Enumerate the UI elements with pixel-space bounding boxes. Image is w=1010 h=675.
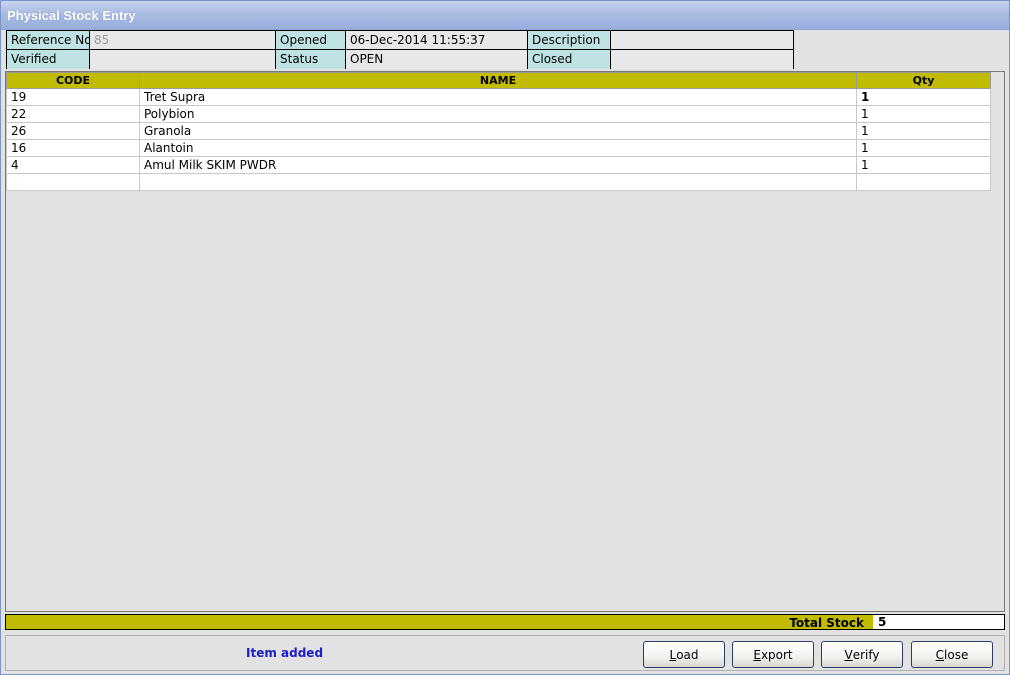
status-field: OPEN (346, 50, 528, 69)
entry-info-panel: Reference No 85 Opened 06-Dec-2014 11:55… (6, 30, 794, 69)
cell-qty[interactable]: 1 (856, 139, 991, 157)
cell-code[interactable]: 26 (6, 122, 140, 140)
stock-items-table: CODE NAME Qty 19 Tret Supra 1 22 Polybio… (6, 72, 991, 191)
table-row[interactable]: 4 Amul Milk SKIM PWDR 1 (6, 156, 991, 174)
opened-field: 06-Dec-2014 11:55:37 (346, 31, 528, 50)
export-button-label: xport (760, 647, 793, 662)
verify-button[interactable]: Verify (821, 641, 903, 668)
total-stock-value: 5 (873, 615, 1004, 629)
cell-code[interactable]: 22 (6, 105, 140, 123)
table-row[interactable]: 26 Granola 1 (6, 122, 991, 140)
status-label: Status (276, 50, 346, 69)
action-panel: Item added Load Export Verify Close (5, 635, 1005, 671)
total-stock-label: Total Stock (789, 616, 864, 630)
load-button-accesskey: L (669, 647, 677, 662)
verify-button-label: erify (852, 647, 880, 662)
table-row[interactable]: 19 Tret Supra 1 (6, 88, 991, 106)
cell-name[interactable]: Polybion (139, 105, 857, 123)
close-button-label: lose (944, 647, 969, 662)
table-row[interactable]: 16 Alantoin 1 (6, 139, 991, 157)
close-button-accesskey: C (935, 647, 945, 662)
cell-name[interactable]: Alantoin (139, 139, 857, 157)
description-label: Description (528, 31, 611, 50)
title-bar[interactable]: Physical Stock Entry (1, 1, 1009, 30)
cell-qty[interactable]: 1 (856, 122, 991, 140)
closed-label: Closed (528, 50, 611, 69)
cell-name[interactable] (139, 173, 857, 191)
cell-qty[interactable] (856, 173, 991, 191)
cell-qty[interactable]: 1 (856, 156, 991, 174)
verify-button-accesskey: V (844, 647, 853, 662)
load-button[interactable]: Load (643, 641, 725, 668)
export-button-accesskey: E (753, 647, 761, 662)
load-button-label: oad (676, 647, 699, 662)
cell-code[interactable] (6, 173, 140, 191)
column-header-code[interactable]: CODE (6, 72, 140, 89)
description-field[interactable] (611, 31, 793, 50)
export-button[interactable]: Export (732, 641, 814, 668)
cell-code[interactable]: 16 (6, 139, 140, 157)
window-title: Physical Stock Entry (7, 8, 136, 23)
reference-no-label: Reference No (7, 31, 90, 50)
cell-name[interactable]: Granola (139, 122, 857, 140)
column-header-name[interactable]: NAME (139, 72, 857, 89)
cell-name[interactable]: Amul Milk SKIM PWDR (139, 156, 857, 174)
cell-name[interactable]: Tret Supra (139, 88, 857, 106)
table-row-new-entry[interactable] (6, 173, 991, 191)
table-row[interactable]: 22 Polybion 1 (6, 105, 991, 123)
cell-code[interactable]: 4 (6, 156, 140, 174)
column-header-qty[interactable]: Qty (856, 72, 991, 89)
opened-label: Opened (276, 31, 346, 50)
status-message: Item added (246, 646, 324, 660)
cell-qty[interactable]: 1 (856, 105, 991, 123)
closed-field (611, 50, 793, 69)
verified-field (90, 50, 276, 69)
close-button[interactable]: Close (911, 641, 993, 668)
verified-label: Verified (7, 50, 90, 69)
physical-stock-entry-window: Physical Stock Entry Reference No 85 Ope… (0, 0, 1010, 675)
stock-items-grid[interactable]: CODE NAME Qty 19 Tret Supra 1 22 Polybio… (5, 71, 1005, 612)
cell-code[interactable]: 19 (6, 88, 140, 106)
total-stock-bar: Total Stock 5 (5, 614, 1005, 630)
cell-qty[interactable]: 1 (856, 88, 991, 106)
grid-header-row: CODE NAME Qty (6, 72, 991, 89)
reference-no-field[interactable]: 85 (90, 31, 276, 50)
